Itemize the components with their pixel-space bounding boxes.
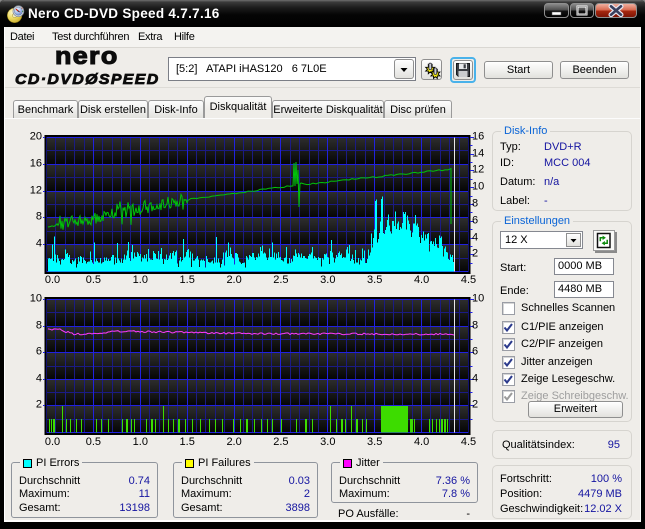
svg-text:4.0: 4.0 [414,274,429,286]
svg-text:1.5: 1.5 [180,436,195,448]
svg-text:4: 4 [472,373,478,385]
svg-text:3.5: 3.5 [367,436,382,448]
svg-text:2: 2 [472,248,478,260]
svg-text:10: 10 [472,293,484,305]
svg-text:14: 14 [472,148,484,160]
svg-text:4: 4 [36,373,42,385]
svg-text:12: 12 [472,164,484,176]
svg-text:10: 10 [30,293,42,305]
svg-text:6: 6 [472,215,478,227]
svg-text:3.0: 3.0 [320,274,335,286]
svg-text:2: 2 [36,399,42,411]
svg-text:1.5: 1.5 [180,274,195,286]
svg-text:10: 10 [472,181,484,193]
svg-text:1.0: 1.0 [133,274,148,286]
svg-text:0.0: 0.0 [45,436,60,448]
svg-text:8: 8 [36,320,42,332]
svg-text:0.5: 0.5 [86,274,101,286]
svg-text:6: 6 [472,346,478,358]
svg-text:20: 20 [30,131,42,143]
svg-text:8: 8 [472,320,478,332]
svg-text:6: 6 [36,346,42,358]
svg-text:4: 4 [472,232,478,244]
svg-text:8: 8 [472,198,478,210]
svg-text:3.5: 3.5 [367,274,382,286]
svg-text:16: 16 [472,131,484,143]
svg-text:4.0: 4.0 [414,436,429,448]
svg-text:3.0: 3.0 [320,436,335,448]
svg-text:2.5: 2.5 [273,274,288,286]
svg-text:8: 8 [36,211,42,223]
svg-text:4: 4 [36,238,42,250]
svg-text:4.5: 4.5 [461,436,476,448]
svg-text:2: 2 [472,399,478,411]
svg-text:0.5: 0.5 [86,436,101,448]
svg-text:16: 16 [30,158,42,170]
svg-text:12: 12 [30,185,42,197]
svg-text:1.0: 1.0 [133,436,148,448]
svg-text:2.0: 2.0 [226,274,241,286]
svg-text:2.0: 2.0 [226,436,241,448]
svg-text:4.5: 4.5 [461,274,476,286]
svg-text:0.0: 0.0 [45,274,60,286]
svg-text:2.5: 2.5 [273,436,288,448]
